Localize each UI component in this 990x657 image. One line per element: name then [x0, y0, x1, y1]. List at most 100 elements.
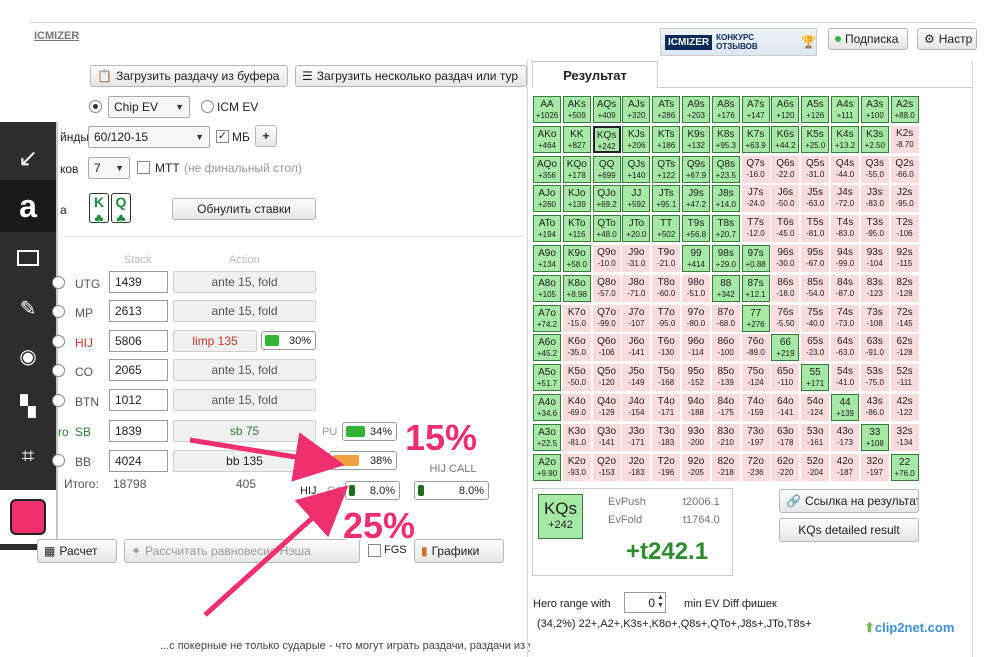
hand-cell[interactable]: JTs +95.1	[652, 185, 681, 213]
hand-cell[interactable]: 95s -67.0	[801, 245, 830, 272]
hand-cell[interactable]: TT +502	[652, 215, 681, 243]
hand-cell[interactable]: 94o -188	[682, 394, 710, 421]
hand-cell[interactable]: 32s -134	[890, 423, 919, 451]
hand-cell[interactable]: J8s +14.0	[711, 185, 740, 213]
hand-cell[interactable]: K5o -50.0	[562, 364, 591, 392]
hand-cell[interactable]: K8s +95.3	[711, 125, 740, 153]
hand-cell[interactable]: KJs +206	[622, 125, 651, 153]
hand-cell[interactable]: AQo +356	[533, 155, 561, 183]
hand-cell[interactable]: 53o -161	[801, 423, 830, 451]
hand-cell[interactable]: A2o +9.90	[533, 453, 561, 481]
hand-cell[interactable]: J7o -107	[622, 304, 651, 332]
hand-cell[interactable]: Q6s -22.0	[771, 155, 800, 183]
hand-cell[interactable]: A4o +34.6	[533, 394, 561, 421]
hand-cell[interactable]: A4s +111	[831, 96, 859, 123]
hand-cell[interactable]: 85o -139	[711, 364, 740, 392]
hand-cell[interactable]: 65s -23.0	[801, 334, 830, 362]
hand-cell[interactable]: 55 +171	[801, 364, 830, 392]
hand-cell[interactable]: T4o -171	[652, 394, 681, 421]
hand-cell[interactable]: J7s -24.0	[741, 185, 770, 213]
hand-cell[interactable]: K9o +58.0	[562, 245, 591, 272]
hand-cell[interactable]: K4o -69.0	[562, 394, 591, 421]
hand-cell[interactable]: K6o -35.0	[562, 334, 591, 362]
hand-cell[interactable]: 65o -110	[771, 364, 800, 392]
hand-cell[interactable]: T3s -95.0	[860, 215, 889, 243]
hand-cell[interactable]: 52o -204	[801, 453, 830, 481]
hand-cell[interactable]: 93o -200	[682, 423, 710, 451]
hand-cell[interactable]: ATo +194	[533, 215, 561, 243]
hand-cell[interactable]: A6s +120	[771, 96, 800, 123]
hand-cell[interactable]: T7o -95.0	[652, 304, 681, 332]
hand-cell[interactable]: J8o -71.0	[622, 274, 651, 302]
hand-cell[interactable]: 74s -73.0	[831, 304, 859, 332]
hand-cell[interactable]: A2s +88.0	[890, 96, 919, 123]
hand-cell[interactable]: A8o +105	[533, 274, 561, 302]
hand-cell[interactable]: 84o -175	[711, 394, 740, 421]
hand-cell[interactable]: T8o -60.0	[652, 274, 681, 302]
hand-cell[interactable]: J5s -63.0	[801, 185, 830, 213]
hand-cell[interactable]: 62s -128	[890, 334, 919, 362]
hand-cell[interactable]: J4o -154	[622, 394, 651, 421]
hand-cell[interactable]: Q2o -153	[592, 453, 621, 481]
hand-cell[interactable]: 62o -220	[771, 453, 800, 481]
hand-cell[interactable]: T6o -130	[652, 334, 681, 362]
hand-cell[interactable]: 92o -205	[682, 453, 710, 481]
hand-cell[interactable]: Q9o -10.0	[592, 245, 621, 272]
hand-cell[interactable]: K7s +63.9	[741, 125, 770, 153]
hand-cell[interactable]: 42s -122	[890, 394, 919, 421]
hand-cell[interactable]: K8o +8.98	[562, 274, 591, 302]
hand-cell[interactable]: 42o -187	[831, 453, 859, 481]
hand-cell[interactable]: QJs +140	[622, 155, 651, 183]
hand-cell[interactable]: Q8o -57.0	[592, 274, 621, 302]
hand-cell[interactable]: 87o -68.0	[711, 304, 740, 332]
hand-cell[interactable]: KJo +139	[562, 185, 591, 213]
hand-cell[interactable]: 72s -145	[890, 304, 919, 332]
detailed-result-button[interactable]: KQs detailed result	[779, 518, 919, 542]
hand-cell[interactable]: QQ +699	[592, 155, 621, 183]
hand-cell[interactable]: 76o -89.0	[741, 334, 770, 362]
hand-cell[interactable]: 77 +276	[741, 304, 770, 332]
hand-cell[interactable]: 97o -80.0	[682, 304, 710, 332]
hand-cell[interactable]: T6s -45.0	[771, 215, 800, 243]
hand-cell[interactable]: 64o -141	[771, 394, 800, 421]
hand-cell[interactable]: ATs +286	[652, 96, 681, 123]
hand-cell[interactable]: T2o -196	[652, 453, 681, 481]
hand-cell[interactable]: Q4s -44.0	[831, 155, 859, 183]
hand-cell[interactable]: 85s -54.0	[801, 274, 830, 302]
hand-cell[interactable]: A3o +22.5	[533, 423, 561, 451]
hand-cell[interactable]: 84s -87.0	[831, 274, 859, 302]
hand-cell[interactable]: 83o -210	[711, 423, 740, 451]
hand-cell[interactable]: 95o -152	[682, 364, 710, 392]
hand-cell[interactable]: 98o -51.0	[682, 274, 710, 302]
hand-cell[interactable]: T5o -168	[652, 364, 681, 392]
tab-result[interactable]: Результат	[532, 61, 658, 88]
hand-cell[interactable]: 88 +342	[711, 274, 740, 302]
hand-cell[interactable]: T8s +20.7	[711, 215, 740, 243]
hand-cell[interactable]: KTo +116	[562, 215, 591, 243]
hand-cell[interactable]: 75o -124	[741, 364, 770, 392]
hand-cell[interactable]: K9s +132	[682, 125, 710, 153]
hand-cell[interactable]: JTo +20.0	[622, 215, 651, 243]
hand-cell[interactable]: T9o -21.0	[652, 245, 681, 272]
hand-cell[interactable]: Q6o -106	[592, 334, 621, 362]
hand-cell[interactable]: 86o -100	[711, 334, 740, 362]
hand-cell[interactable]: 33 +108	[860, 423, 889, 451]
hand-cell[interactable]: Q2s -66.0	[890, 155, 919, 183]
hand-cell[interactable]: QJo +69.2	[592, 185, 621, 213]
hand-cell[interactable]: 96o -114	[682, 334, 710, 362]
hand-cell[interactable]: 72o -236	[741, 453, 770, 481]
hand-cell[interactable]: JJ +592	[622, 185, 651, 213]
hand-cell[interactable]: 63s -91.0	[860, 334, 889, 362]
hand-cell[interactable]: Q5o -120	[592, 364, 621, 392]
hand-cell[interactable]: Q5s -31.0	[801, 155, 830, 183]
hand-cell[interactable]: 66 +219	[771, 334, 800, 362]
hand-cell[interactable]: 73s -108	[860, 304, 889, 332]
hand-cell[interactable]: 98s +29.0	[711, 245, 740, 272]
hand-cell[interactable]: Q7o -99.0	[592, 304, 621, 332]
hand-cell[interactable]: A7o +74.2	[533, 304, 561, 332]
hand-cell[interactable]: 54o -124	[801, 394, 830, 421]
hand-cell[interactable]: Q8s +23.5	[711, 155, 740, 183]
hand-cell[interactable]: KTs +186	[652, 125, 681, 153]
hand-cell[interactable]: T2s -106	[890, 215, 919, 243]
hand-cell[interactable]: J2s -95.0	[890, 185, 919, 213]
